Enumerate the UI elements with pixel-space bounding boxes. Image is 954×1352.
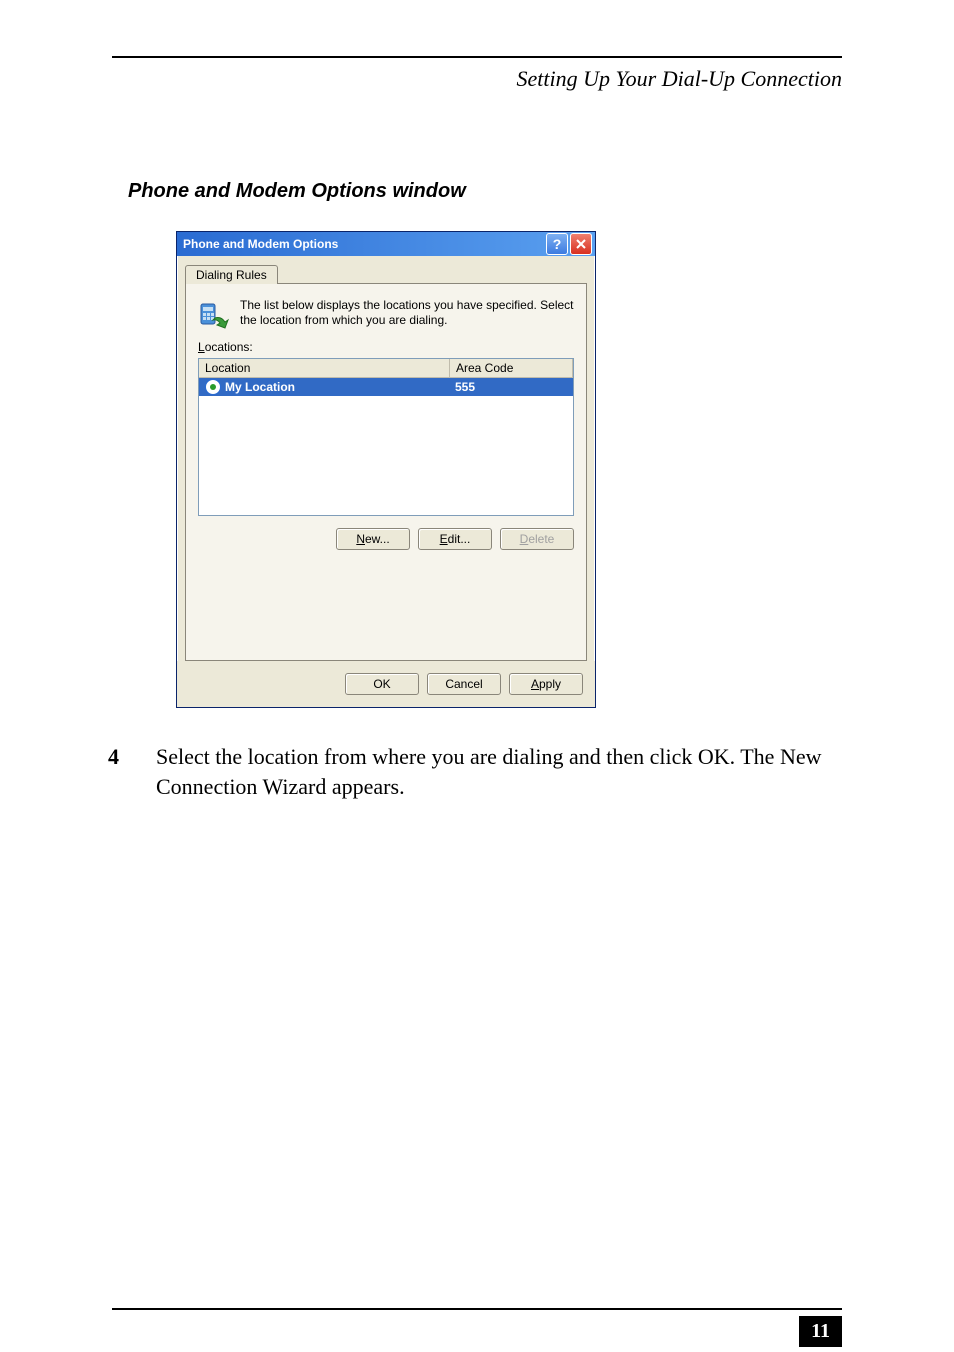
close-icon [576,239,586,249]
location-selected-icon [205,379,221,395]
page-number: 11 [799,1316,842,1347]
running-head: Setting Up Your Dial-Up Connection [60,66,842,92]
edit-button[interactable]: Edit... [418,528,492,550]
dialog-footer: OK Cancel Apply [177,661,595,707]
delete-button[interactable]: Delete [500,528,574,550]
titlebar: Phone and Modem Options ? [177,232,595,256]
locations-label: Locations: [198,340,574,354]
phone-location-icon [198,298,230,330]
ok-button[interactable]: OK [345,673,419,695]
step-text: Select the location from where you are d… [156,742,854,801]
tabstrip: Dialing Rules [185,262,587,284]
header-rule [112,56,842,58]
list-header: Location Area Code [199,359,573,378]
cancel-button[interactable]: Cancel [427,673,501,695]
tab-dialing-rules[interactable]: Dialing Rules [185,265,278,284]
window-title: Phone and Modem Options [183,237,544,251]
step-4: 4 Select the location from where you are… [108,742,854,801]
new-button[interactable]: New... [336,528,410,550]
col-area-code[interactable]: Area Code [450,359,573,377]
apply-button[interactable]: Apply [509,673,583,695]
list-row[interactable]: My Location 555 [199,378,573,396]
step-number: 4 [108,742,128,801]
row-area-code: 555 [449,379,573,395]
tab-panel: The list below displays the locations yo… [185,283,587,661]
col-location[interactable]: Location [199,359,450,377]
locations-list[interactable]: Location Area Code My Location 555 [198,358,574,516]
help-button[interactable]: ? [546,233,568,255]
section-title: Phone and Modem Options window [128,180,894,203]
dialog-window: Phone and Modem Options ? Dialing Rules [176,231,596,708]
footer-rule [112,1308,842,1310]
close-button[interactable] [570,233,592,255]
row-location: My Location [225,380,295,394]
intro-text: The list below displays the locations yo… [240,298,574,328]
